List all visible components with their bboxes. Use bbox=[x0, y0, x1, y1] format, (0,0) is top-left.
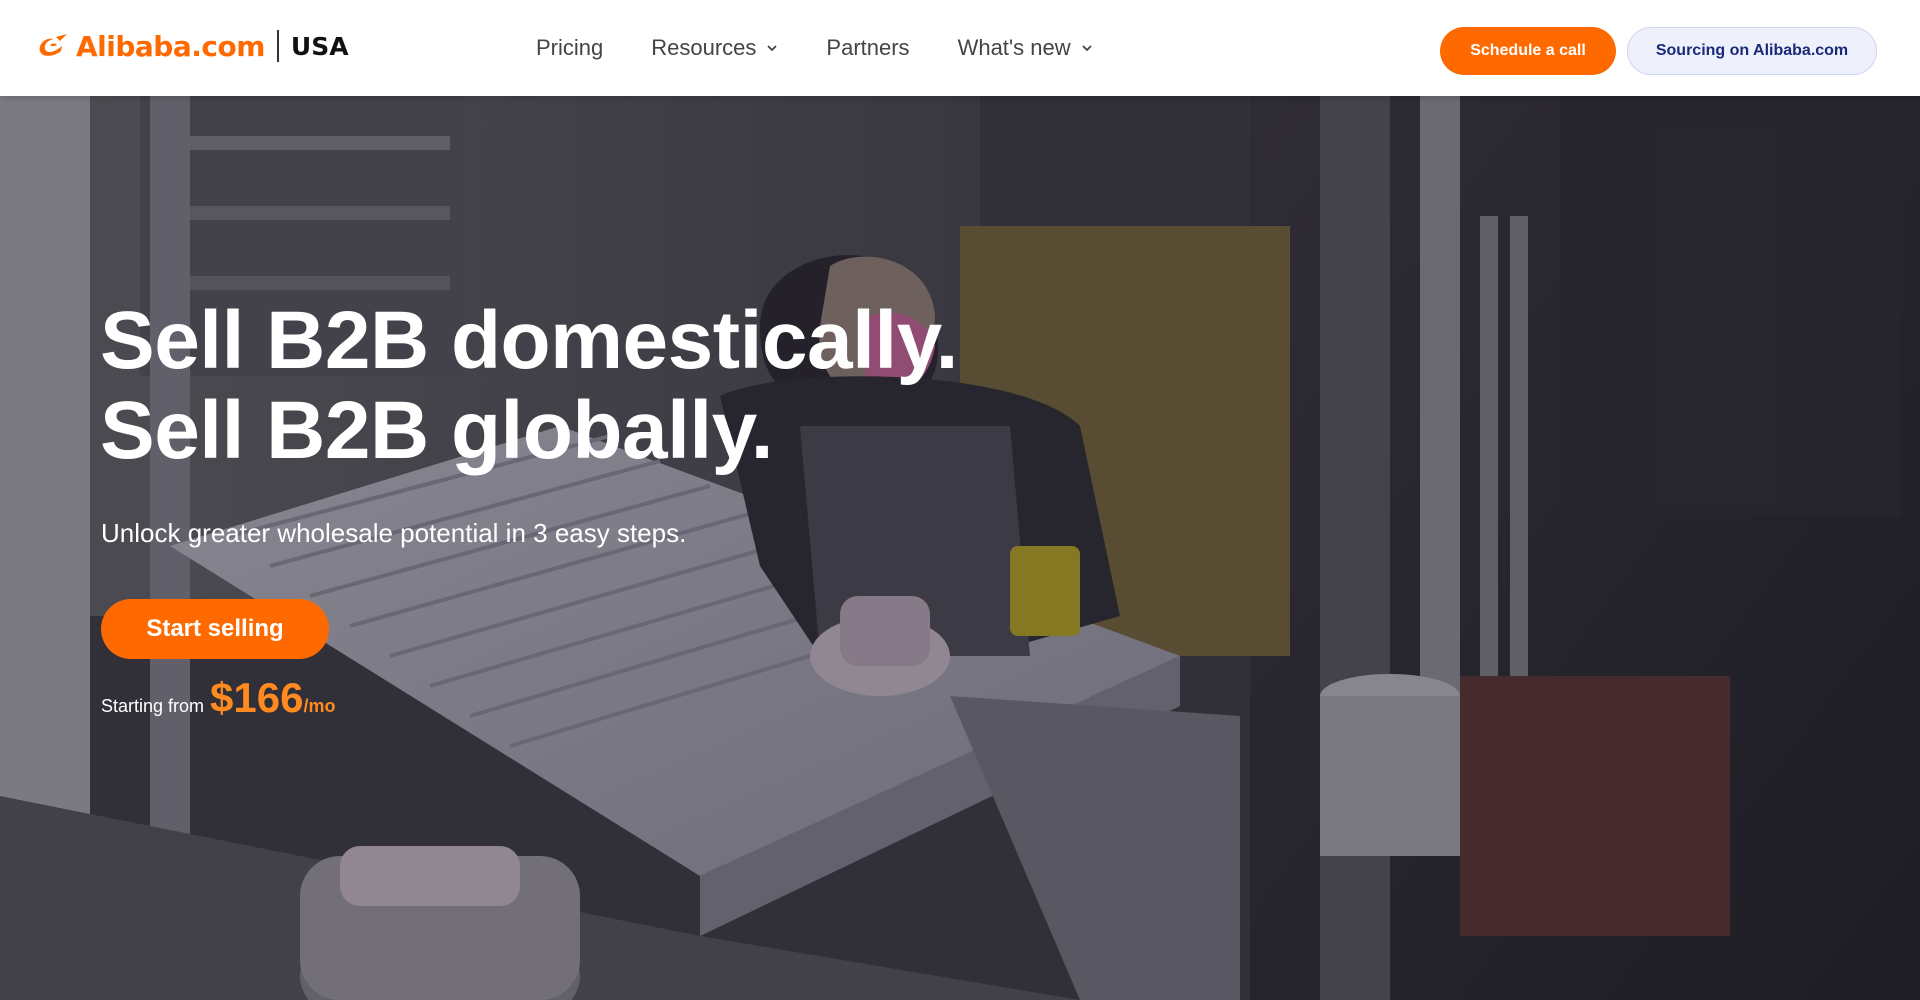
alibaba-logo-icon bbox=[39, 34, 67, 56]
hero-section: Sell B2B domestically. Sell B2B globally… bbox=[0, 96, 1920, 1000]
alibaba-logo[interactable]: Alibaba.com USA bbox=[36, 26, 349, 66]
nav-item-label: Partners bbox=[826, 35, 910, 60]
price-unit: /mo bbox=[303, 696, 336, 716]
price-value: $166 bbox=[210, 674, 304, 721]
chevron-down-icon bbox=[1081, 45, 1092, 52]
headline-line-2: Sell B2B globally. bbox=[100, 385, 773, 476]
nav-item-label: What's new bbox=[957, 35, 1071, 60]
hero-subheadline: Unlock greater wholesale potential in 3 … bbox=[101, 518, 687, 548]
nav-item-pricing[interactable]: Pricing bbox=[536, 35, 603, 61]
nav-item-label: Resources bbox=[651, 35, 757, 60]
site-header: Alibaba.com USA Pricing Resources Partne… bbox=[0, 0, 1920, 96]
nav-item-whats-new[interactable]: What's new bbox=[958, 35, 1093, 61]
schedule-call-button[interactable]: Schedule a call bbox=[1440, 27, 1616, 75]
pricing-prefix: Starting from bbox=[101, 696, 205, 716]
logo-divider bbox=[276, 30, 279, 62]
main-nav: Pricing Resources Partners What's new bbox=[536, 0, 1141, 96]
nav-item-resources[interactable]: Resources bbox=[651, 35, 778, 61]
brand-region: USA bbox=[290, 31, 349, 61]
nav-item-label: Pricing bbox=[536, 35, 604, 60]
brand-name: Alibaba.com bbox=[76, 29, 265, 63]
chevron-down-icon bbox=[767, 45, 778, 52]
headline-line-1: Sell B2B domestically. bbox=[100, 295, 958, 386]
start-selling-button[interactable]: Start selling bbox=[101, 599, 329, 659]
starting-price: Starting from $166 /mo bbox=[101, 674, 336, 722]
nav-item-partners[interactable]: Partners bbox=[826, 35, 909, 61]
hero-headline: Sell B2B domestically. Sell B2B globally… bbox=[100, 296, 958, 476]
sourcing-button[interactable]: Sourcing on Alibaba.com bbox=[1627, 27, 1877, 75]
